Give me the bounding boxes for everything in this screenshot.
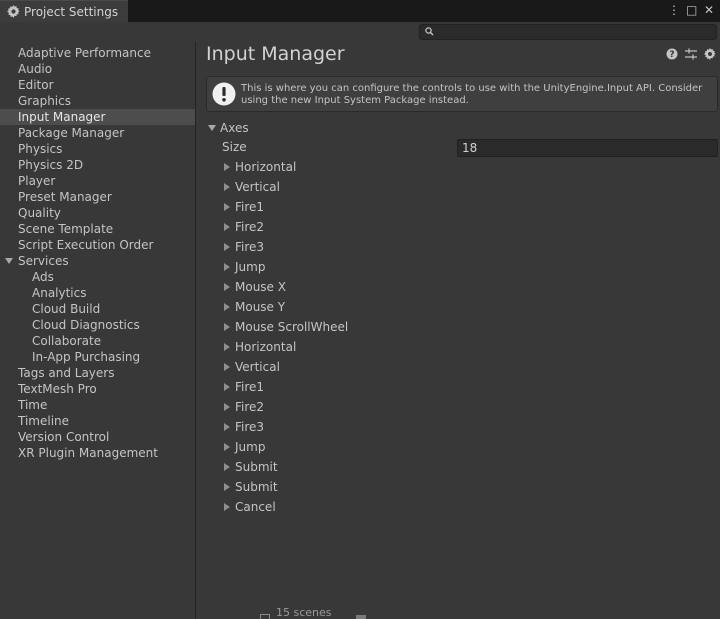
svg-text:?: ?: [669, 50, 674, 60]
collapsed-triangle-icon[interactable]: [224, 323, 230, 331]
size-label: Size: [222, 140, 247, 154]
search-input[interactable]: [419, 24, 717, 40]
folder-icon: [260, 614, 270, 619]
sidebar-item-cloud-diagnostics[interactable]: Cloud Diagnostics: [0, 317, 195, 333]
sidebar-item-analytics[interactable]: Analytics: [0, 285, 195, 301]
collapsed-triangle-icon[interactable]: [224, 223, 230, 231]
gear-icon: [7, 5, 20, 18]
close-icon[interactable]: ✕: [704, 3, 714, 17]
sidebar-item-editor[interactable]: Editor: [0, 77, 195, 93]
collapsed-triangle-icon[interactable]: [224, 283, 230, 291]
bottom-partial-text: 15 scenes: [276, 606, 332, 619]
collapsed-triangle-icon[interactable]: [224, 443, 230, 451]
preset-icon[interactable]: [685, 48, 697, 60]
expand-triangle-icon[interactable]: [5, 258, 13, 264]
sidebar-item-audio[interactable]: Audio: [0, 61, 195, 77]
sidebar-item-script-execution-order[interactable]: Script Execution Order: [0, 237, 195, 253]
search-icon: [424, 26, 435, 37]
sidebar: Adaptive Performance Audio Editor Graphi…: [0, 42, 196, 619]
sidebar-item-quality[interactable]: Quality: [0, 205, 195, 221]
size-row: Size 18: [222, 139, 720, 157]
collapsed-triangle-icon[interactable]: [224, 483, 230, 491]
sidebar-item-in-app-purchasing[interactable]: In-App Purchasing: [0, 349, 195, 365]
sidebar-item-graphics[interactable]: Graphics: [0, 93, 195, 109]
sidebar-item-textmesh-pro[interactable]: TextMesh Pro: [0, 381, 195, 397]
help-message: This is where you can configure the cont…: [241, 83, 703, 106]
expand-triangle-icon[interactable]: [208, 125, 216, 131]
sidebar-item-collaborate[interactable]: Collaborate: [0, 333, 195, 349]
sidebar-item-adaptive-performance[interactable]: Adaptive Performance: [0, 45, 195, 61]
sidebar-item-package-manager[interactable]: Package Manager: [0, 125, 195, 141]
settings-icon[interactable]: [704, 48, 716, 60]
help-icon[interactable]: ?: [666, 48, 678, 60]
sidebar-item-physics-2d[interactable]: Physics 2D: [0, 157, 195, 173]
maximize-icon[interactable]: □: [686, 3, 697, 17]
collapsed-triangle-icon[interactable]: [224, 383, 230, 391]
size-field[interactable]: 18: [457, 139, 718, 157]
collapsed-triangle-icon[interactable]: [224, 403, 230, 411]
bottom-partial-icon: [356, 615, 366, 619]
collapsed-triangle-icon[interactable]: [224, 203, 230, 211]
more-options-icon[interactable]: ⋮: [668, 3, 680, 17]
info-icon: [212, 82, 236, 106]
sidebar-item-ads[interactable]: Ads: [0, 269, 195, 285]
sidebar-item-timeline[interactable]: Timeline: [0, 413, 195, 429]
sidebar-item-xr-plugin-management[interactable]: XR Plugin Management: [0, 445, 195, 461]
main-panel: Input Manager ? This is where you can co…: [196, 42, 720, 619]
window-tab-title: Project Settings: [24, 4, 119, 19]
help-box: This is where you can configure the cont…: [206, 76, 718, 112]
page-title: Input Manager: [206, 43, 345, 65]
sidebar-item-player[interactable]: Player: [0, 173, 195, 189]
axes-label: Axes: [220, 121, 249, 135]
sidebar-item-input-manager[interactable]: Input Manager: [0, 109, 195, 125]
sidebar-item-physics[interactable]: Physics: [0, 141, 195, 157]
window-tab[interactable]: Project Settings: [0, 0, 128, 22]
collapsed-triangle-icon[interactable]: [224, 423, 230, 431]
sidebar-item-scene-template[interactable]: Scene Template: [0, 221, 195, 237]
sidebar-item-cloud-build[interactable]: Cloud Build: [0, 301, 195, 317]
sidebar-item-preset-manager[interactable]: Preset Manager: [0, 189, 195, 205]
bottom-partial-bar: 15 scenes: [226, 606, 376, 619]
collapsed-triangle-icon[interactable]: [224, 183, 230, 191]
collapsed-triangle-icon[interactable]: [224, 303, 230, 311]
title-bar: Project Settings ⋮ □ ✕: [0, 0, 720, 22]
collapsed-triangle-icon[interactable]: [224, 263, 230, 271]
collapsed-triangle-icon[interactable]: [224, 503, 230, 511]
collapsed-triangle-icon[interactable]: [224, 163, 230, 171]
search-strip: [0, 22, 720, 42]
sidebar-item-tags-and-layers[interactable]: Tags and Layers: [0, 365, 195, 381]
sidebar-item-services[interactable]: Services: [0, 253, 195, 269]
collapsed-triangle-icon[interactable]: [224, 343, 230, 351]
collapsed-triangle-icon[interactable]: [224, 463, 230, 471]
collapsed-triangle-icon[interactable]: [224, 243, 230, 251]
sidebar-item-time[interactable]: Time: [0, 397, 195, 413]
sidebar-item-version-control[interactable]: Version Control: [0, 429, 195, 445]
collapsed-triangle-icon[interactable]: [224, 363, 230, 371]
